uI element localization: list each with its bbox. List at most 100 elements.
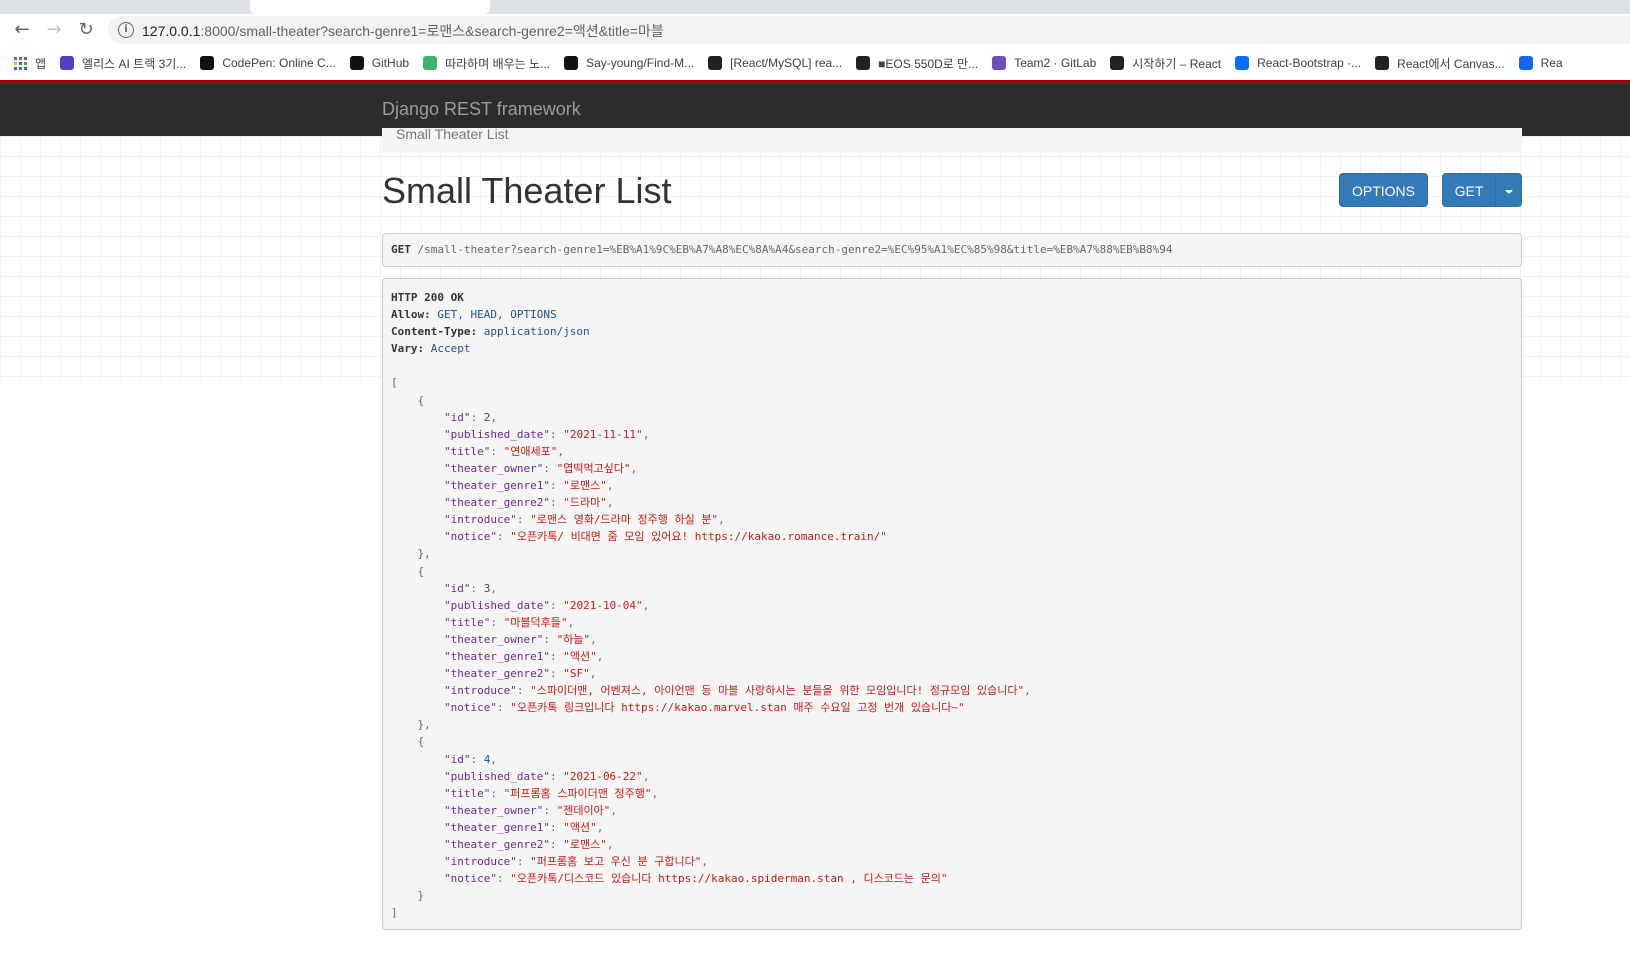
json-key: "published_date" — [443, 769, 550, 783]
json-string: "엽떡먹고싶다" — [556, 461, 631, 475]
bookmark-item[interactable]: Rea — [1518, 56, 1563, 70]
json-key: "theater_owner" — [443, 632, 544, 646]
caret-down-icon — [1504, 190, 1513, 195]
json-string: "2021-10-04" — [563, 598, 643, 612]
json-comma: , — [590, 632, 597, 646]
json-key: "theater_genre1" — [443, 649, 550, 663]
bookmark-item[interactable]: Team2 · GitLab — [992, 56, 1096, 70]
bookmark-item[interactable]: [React/MySQL] rea... — [708, 56, 842, 70]
json-colon: : — [470, 752, 484, 766]
bookmark-label: CodePen: Online C... — [222, 56, 336, 70]
json-colon: : — [543, 632, 557, 646]
bookmark-label: Team2 · GitLab — [1014, 56, 1097, 70]
bookmark-item[interactable]: 따라하며 배우는 노... — [423, 55, 550, 72]
forward-arrow-icon[interactable]: → — [42, 18, 66, 42]
bookmark-label: ■EOS 550D로 만... — [878, 56, 979, 71]
react-icon — [1110, 56, 1125, 70]
bookmark-item[interactable]: GitHub — [349, 56, 410, 70]
json-key: "title" — [443, 786, 491, 800]
json-key: "introduce" — [443, 513, 517, 527]
request-line: GET /small-theater?search-genre1=%EB%A1%… — [391, 243, 1172, 256]
json-string: "오픈카톡/디스코드 있습니다 https://kakao.spiderman.… — [510, 872, 948, 886]
json-comma: , — [606, 479, 614, 493]
bookmark-label: GitHub — [371, 56, 410, 70]
json-comma: , — [567, 615, 575, 629]
json-key: "introduce" — [443, 684, 517, 698]
json-brace: } — [417, 889, 425, 903]
bookmark-item[interactable]: Say-young/Find-M... — [564, 56, 694, 70]
json-string: "젠데이아" — [556, 803, 611, 817]
json-string: "오픈카톡/ 비대면 줌 모임 있어요! https://kakao.roman… — [510, 530, 887, 544]
json-string: "로맨스 영화/드라마 정주행 하실 분" — [530, 513, 719, 527]
json-string: "드라마" — [563, 496, 607, 510]
bookmark-item[interactable]: ■EOS 550D로 만... — [856, 55, 978, 72]
json-brace: { — [417, 393, 425, 407]
json-comma: , — [701, 855, 709, 869]
react-bootstrap-icon — [1235, 56, 1250, 70]
breadcrumb-item[interactable]: Small Theater List — [396, 127, 509, 141]
json-key: "published_date" — [443, 427, 550, 441]
json-string: "2021-06-22" — [563, 769, 643, 783]
json-key: "notice" — [443, 530, 497, 544]
response-body: HTTP 200 OK Allow: GET, HEAD, OPTIONS Co… — [391, 289, 1031, 921]
elice-icon — [60, 56, 75, 70]
bookmark-item[interactable]: 엘리스 AI 트랙 3기... — [60, 55, 186, 72]
json-string: "퍼프롬홈 보고 우신 분 구합니다" — [530, 855, 702, 869]
bookmark-item[interactable]: React-Bootstrap ·... — [1235, 56, 1361, 70]
url-host: 127.0.0.1 — [142, 23, 201, 39]
json-comma: , — [642, 427, 650, 441]
reload-icon[interactable]: ↻ — [74, 18, 98, 42]
bookmark-item[interactable]: React에서 Canvas... — [1375, 55, 1505, 72]
apps-grid-icon — [14, 56, 27, 70]
json-string: "2021-11-11" — [563, 427, 643, 441]
bookmark-label: 시작하기 – React — [1132, 56, 1222, 71]
json-string: "퍼프롬홈 스파이더맨 정주행" — [503, 786, 652, 800]
get-format-dropdown[interactable] — [1495, 173, 1522, 207]
bookmark-label: 엘리스 AI 트랙 3기... — [82, 56, 187, 71]
json-key: "theater_genre2" — [443, 496, 550, 510]
json-brace: { — [417, 564, 425, 578]
json-comma: , — [1024, 684, 1031, 698]
github-icon — [349, 56, 364, 70]
json-key: "id" — [443, 752, 471, 766]
header-key: Vary: — [391, 342, 425, 356]
json-comma: , — [490, 752, 497, 766]
json-colon: : — [516, 513, 531, 527]
json-string: "로맨스" — [563, 479, 607, 493]
json-string: "SF" — [563, 667, 590, 681]
json-string: "마블덕후들" — [503, 615, 568, 629]
json-colon: : — [516, 684, 531, 698]
json-colon: : — [549, 769, 564, 783]
site-info-icon[interactable]: i — [118, 22, 134, 38]
json-colon: : — [496, 701, 511, 715]
json-string: "오픈카톡 링크입니다 https://kakao.marvel.stan 매주… — [510, 701, 965, 715]
json-comma: , — [606, 496, 614, 510]
bookmark-label: 따라하며 배우는 노... — [445, 56, 551, 71]
json-colon: : — [549, 820, 564, 834]
options-button[interactable]: OPTIONS — [1339, 173, 1428, 207]
json-bracket: [ — [391, 376, 398, 390]
json-colon: : — [549, 496, 564, 510]
breadcrumb: Small Theater List — [382, 127, 1522, 152]
json-colon: : — [490, 615, 504, 629]
bookmark-item[interactable]: 시작하기 – React — [1110, 55, 1221, 72]
url-text[interactable]: 127.0.0.1:8000/small-theater?search-genr… — [142, 21, 664, 41]
json-colon: : — [543, 803, 557, 817]
header-value: application/json — [483, 325, 590, 339]
json-string: "하늘" — [556, 632, 591, 646]
active-tab[interactable] — [250, 0, 490, 14]
bookmarks-bar: 앱 엘리스 AI 트랙 3기... CodePen: Online C... GitH… — [0, 48, 1630, 78]
brand-link[interactable]: Django REST framework — [382, 99, 581, 120]
json-key: "theater_genre2" — [443, 838, 550, 851]
json-key: "id" — [443, 410, 471, 424]
response-status: HTTP 200 OK — [391, 291, 464, 304]
back-arrow-icon[interactable]: ← — [10, 18, 34, 42]
velog-icon — [1375, 56, 1390, 70]
json-colon: : — [496, 530, 511, 544]
json-key: "id" — [443, 581, 471, 595]
get-button[interactable]: GET — [1442, 173, 1496, 207]
bookmark-item[interactable]: 앱 — [14, 55, 46, 72]
response-info: HTTP 200 OK Allow: GET, HEAD, OPTIONS Co… — [382, 278, 1522, 930]
bookmark-item[interactable]: CodePen: Online C... — [200, 56, 336, 70]
json-string: "액션" — [563, 820, 597, 834]
